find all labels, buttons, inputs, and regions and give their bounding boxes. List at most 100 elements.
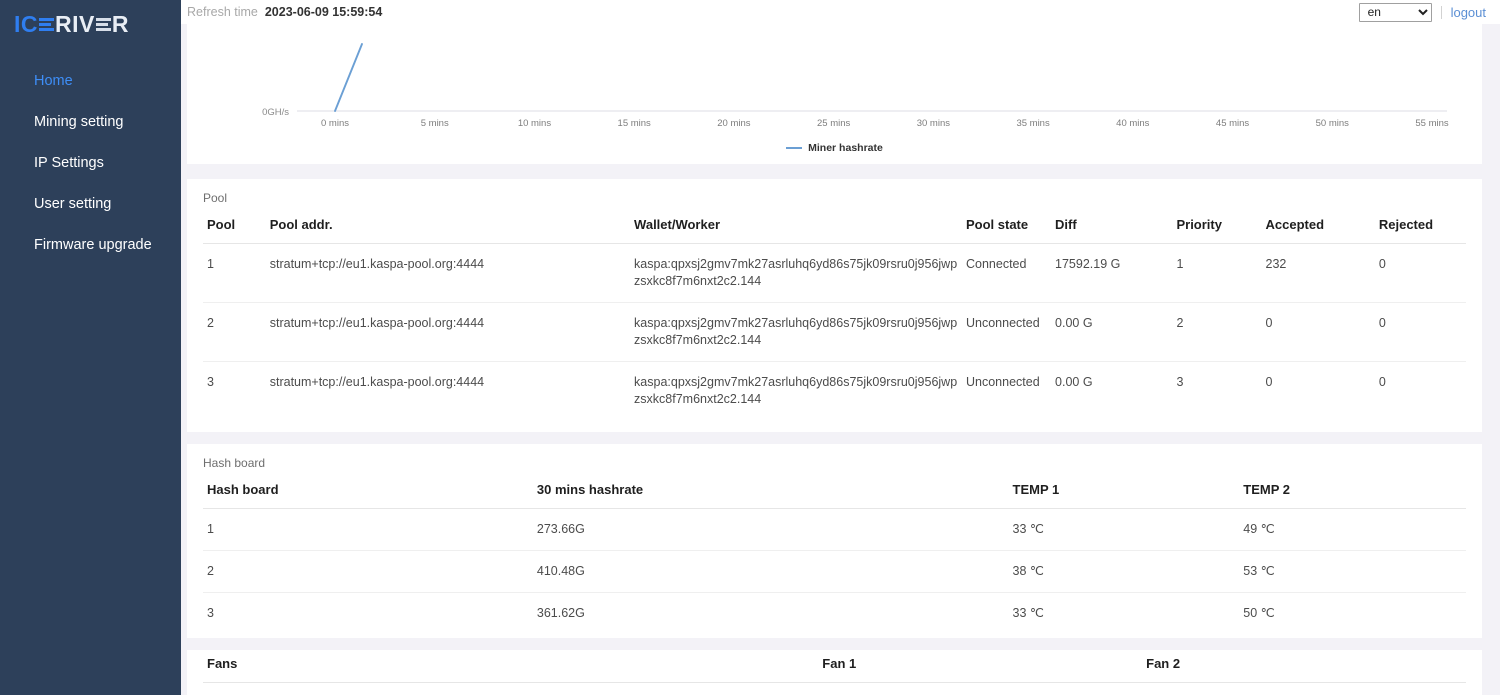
chart-x-tick-label: 5 mins: [421, 118, 449, 129]
chart-y-tick-label: 0GH/s: [262, 107, 289, 118]
legend-label-miner-hashrate: Miner hashrate: [808, 142, 883, 154]
pool-cell-addr: stratum+tcp://eu1.kaspa-pool.org:4444: [266, 303, 630, 362]
sidebar-item-ip-settings[interactable]: IP Settings: [0, 143, 181, 184]
chart-x-tick-label: 10 mins: [518, 118, 552, 129]
topbar-divider: [1441, 6, 1442, 19]
logo-river-text: RIV: [55, 13, 95, 36]
pool-col-state: Pool state: [962, 211, 1051, 244]
hashboard-section-label: Hash board: [187, 444, 1482, 476]
sidebar-item-home[interactable]: Home: [0, 61, 181, 102]
hb-cell-temp2: 50 ℃: [1239, 593, 1466, 635]
pool-cell-rejected: 0: [1375, 303, 1466, 362]
pool-cell-index: 3: [203, 362, 266, 421]
pool-cell-diff: 17592.19 G: [1051, 244, 1172, 303]
refresh-time-label: Refresh time: [187, 5, 258, 19]
pool-table: Pool Pool addr. Wallet/Worker Pool state…: [203, 211, 1466, 420]
pool-cell-wallet: kaspa:qpxsj2gmv7mk27asrluhq6yd86s75jk09r…: [630, 362, 962, 421]
sidebar: ICRIVR Home Mining setting IP Settings U…: [0, 0, 181, 695]
hb-cell-board: 1: [203, 509, 533, 551]
pool-cell-diff: 0.00 G: [1051, 303, 1172, 362]
status-badge: Unconnected: [962, 362, 1051, 421]
table-row: Speed(r/min) 3710 3665: [203, 683, 1466, 695]
pool-cell-diff: 0.00 G: [1051, 362, 1172, 421]
hb-cell-hashrate: 273.66G: [533, 509, 1009, 551]
pool-col-diff: Diff: [1051, 211, 1172, 244]
pool-cell-priority: 1: [1172, 244, 1261, 303]
hashrate-chart-panel: 0GH/s 0 mins 5 mins 10 mins 15 mins 20 mins 2…: [187, 24, 1482, 164]
fans-table-header-row: Fans Fan 1 Fan 2: [203, 650, 1466, 683]
main-content: Refresh time 2023-06-09 15:59:54 en logo…: [181, 0, 1500, 695]
chart-x-tick-labels: 0 mins 5 mins 10 mins 15 mins 20 mins 25 mins…: [321, 118, 1449, 129]
chart-x-tick-label: 45 mins: [1216, 118, 1250, 129]
fans-table: Fans Fan 1 Fan 2 Speed(r/min) 3710 3665: [203, 650, 1466, 695]
hb-col-temp1: TEMP 1: [1009, 476, 1240, 509]
chart-x-tick-label: 0 mins: [321, 118, 349, 129]
pool-cell-accepted: 232: [1262, 244, 1375, 303]
hb-col-board: Hash board: [203, 476, 533, 509]
fans-col-fan1: Fan 1: [818, 650, 1142, 683]
logo-e-bars-icon: [39, 18, 54, 31]
pool-table-wrap: Pool Pool addr. Wallet/Worker Pool state…: [187, 211, 1482, 432]
sidebar-item-firmware-upgrade[interactable]: Firmware upgrade: [0, 225, 181, 266]
pool-cell-wallet: kaspa:qpxsj2gmv7mk27asrluhq6yd86s75jk09r…: [630, 244, 962, 303]
chart-x-tick-label: 25 mins: [817, 118, 851, 129]
hb-col-temp2: TEMP 2: [1239, 476, 1466, 509]
pool-col-wallet: Wallet/Worker: [630, 211, 962, 244]
logo-e-bars-silver-icon: [96, 18, 111, 31]
hashboard-table: Hash board 30 mins hashrate TEMP 1 TEMP …: [203, 476, 1466, 634]
logout-link[interactable]: logout: [1451, 5, 1486, 20]
sidebar-item-mining-setting[interactable]: Mining setting: [0, 102, 181, 143]
chart-x-tick-label: 20 mins: [717, 118, 751, 129]
pool-cell-accepted: 0: [1262, 362, 1375, 421]
pool-cell-priority: 2: [1172, 303, 1261, 362]
chart-series-miner-hashrate: [335, 44, 362, 111]
hb-cell-temp1: 33 ℃: [1009, 593, 1240, 635]
pool-col-pool: Pool: [203, 211, 266, 244]
pool-cell-accepted: 0: [1262, 303, 1375, 362]
fans-panel: Fans Fan 1 Fan 2 Speed(r/min) 3710 3665: [187, 650, 1482, 695]
topbar: Refresh time 2023-06-09 15:59:54 en logo…: [181, 0, 1500, 24]
legend-line-icon: [786, 147, 802, 149]
sidebar-item-user-setting[interactable]: User setting: [0, 184, 181, 225]
table-row: 1 stratum+tcp://eu1.kaspa-pool.org:4444 …: [203, 244, 1466, 303]
hashboard-panel: Hash board Hash board 30 mins hashrate T…: [187, 444, 1482, 638]
fans-cell-fan2: 3665: [1142, 683, 1466, 695]
app-root: ICRIVR Home Mining setting IP Settings U…: [0, 0, 1500, 695]
chart-x-tick-label: 50 mins: [1316, 118, 1350, 129]
hashrate-chart[interactable]: 0GH/s 0 mins 5 mins 10 mins 15 mins 20 mins 2…: [187, 24, 1482, 164]
hb-cell-hashrate: 361.62G: [533, 593, 1009, 635]
pool-cell-wallet: kaspa:qpxsj2gmv7mk27asrluhq6yd86s75jk09r…: [630, 303, 962, 362]
hb-cell-temp2: 49 ℃: [1239, 509, 1466, 551]
hb-cell-board: 2: [203, 551, 533, 593]
fans-cell-metric: Speed(r/min): [203, 683, 818, 695]
logo-text: ICRIVR: [14, 13, 129, 36]
pool-col-addr: Pool addr.: [266, 211, 630, 244]
fans-cell-fan1: 3710: [818, 683, 1142, 695]
table-row: 1 273.66G 33 ℃ 49 ℃: [203, 509, 1466, 551]
fans-col-metric: Fans: [203, 650, 818, 683]
pool-cell-rejected: 0: [1375, 244, 1466, 303]
status-badge: Connected: [962, 244, 1051, 303]
pool-cell-index: 2: [203, 303, 266, 362]
chart-x-tick-label: 15 mins: [618, 118, 652, 129]
pool-col-accepted: Accepted: [1262, 211, 1375, 244]
pool-cell-index: 1: [203, 244, 266, 303]
status-badge: Unconnected: [962, 303, 1051, 362]
hb-cell-hashrate: 410.48G: [533, 551, 1009, 593]
pool-cell-rejected: 0: [1375, 362, 1466, 421]
panel-gap-3: [181, 638, 1500, 650]
hb-cell-temp1: 33 ℃: [1009, 509, 1240, 551]
topbar-right-group: en logout: [1359, 3, 1486, 22]
refresh-time-value: 2023-06-09 15:59:54: [265, 5, 382, 19]
pool-cell-addr: stratum+tcp://eu1.kaspa-pool.org:4444: [266, 362, 630, 421]
panel-gap-2: [181, 432, 1500, 444]
language-select[interactable]: en: [1359, 3, 1432, 22]
pool-col-priority: Priority: [1172, 211, 1261, 244]
brand-logo[interactable]: ICRIVR: [0, 0, 181, 48]
fans-col-fan2: Fan 2: [1142, 650, 1466, 683]
logo-ice-text: IC: [14, 13, 38, 36]
chart-legend: Miner hashrate: [187, 142, 1482, 154]
chart-x-tick-label: 55 mins: [1415, 118, 1449, 129]
pool-table-header-row: Pool Pool addr. Wallet/Worker Pool state…: [203, 211, 1466, 244]
table-row: 3 stratum+tcp://eu1.kaspa-pool.org:4444 …: [203, 362, 1466, 421]
